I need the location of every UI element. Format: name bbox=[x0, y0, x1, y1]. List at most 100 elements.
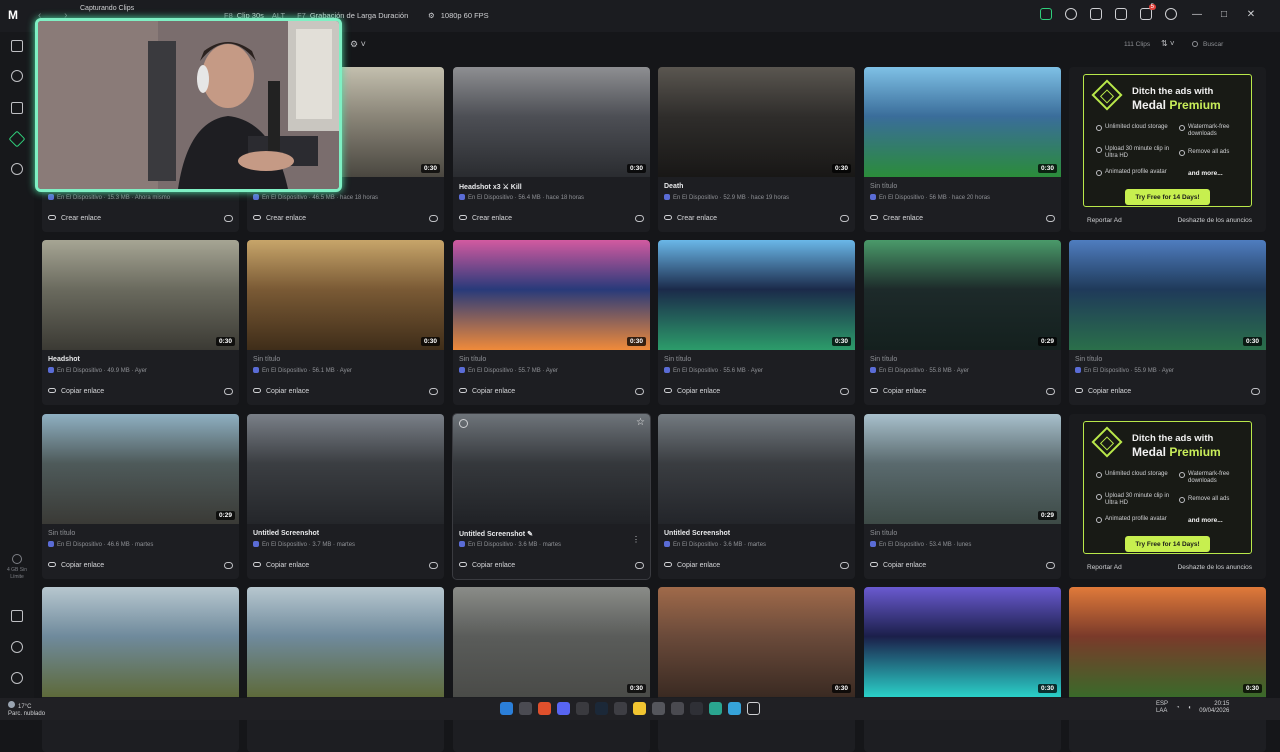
cloud-upload-icon[interactable] bbox=[1251, 388, 1260, 395]
copy-link-button[interactable]: Copiar enlace bbox=[459, 388, 515, 395]
storage-indicator[interactable]: 4 GB Sin Límite bbox=[4, 554, 30, 581]
cloud-upload-icon[interactable] bbox=[429, 562, 438, 569]
maximize-button[interactable]: □ bbox=[1217, 9, 1231, 20]
clip-card[interactable]: 0:30 bbox=[864, 587, 1061, 752]
sort-icon[interactable]: ⇅ ˅ bbox=[1161, 39, 1175, 48]
clip-thumbnail[interactable] bbox=[658, 414, 855, 524]
folder-icon[interactable] bbox=[11, 102, 23, 114]
clip-card[interactable]: 0:30 bbox=[453, 587, 650, 752]
app-v-icon[interactable] bbox=[652, 702, 665, 715]
copy-link-button[interactable]: Copiar enlace bbox=[870, 562, 926, 569]
clip-thumbnail[interactable]: ☆ bbox=[453, 414, 650, 524]
cloud-upload-icon[interactable] bbox=[840, 388, 849, 395]
files-icon[interactable] bbox=[633, 702, 646, 715]
clip-title[interactable]: Sin título bbox=[870, 356, 897, 363]
weather-widget[interactable]: 17°C Parc. nublado bbox=[8, 701, 45, 718]
clip-thumbnail[interactable]: 0:30 bbox=[453, 587, 650, 697]
clip-thumbnail[interactable] bbox=[247, 414, 444, 524]
clip-title[interactable]: Sin título bbox=[664, 356, 691, 363]
clip-thumbnail[interactable]: 0:30 bbox=[658, 587, 855, 697]
clip-card[interactable]: 0:29 Sin título En El Dispositivo · 53.4… bbox=[864, 414, 1061, 579]
clip-thumbnail[interactable]: 0:30 bbox=[453, 67, 650, 177]
clip-thumbnail[interactable]: 0:30 bbox=[864, 67, 1061, 177]
clip-title[interactable]: Headshot bbox=[48, 356, 80, 363]
copy-link-button[interactable]: Copiar enlace bbox=[48, 388, 104, 395]
clip-thumbnail[interactable]: 0:29 bbox=[42, 414, 239, 524]
cloud-upload-icon[interactable] bbox=[429, 388, 438, 395]
clip-title[interactable]: Death bbox=[664, 183, 683, 190]
copy-link-button[interactable]: Crear enlace bbox=[459, 215, 512, 222]
cloud-upload-icon[interactable] bbox=[635, 562, 644, 569]
clip-card[interactable] bbox=[42, 587, 239, 752]
clip-card[interactable]: 0:30 bbox=[1069, 587, 1266, 752]
clip-title[interactable]: Untitled Screenshot ✎ bbox=[459, 530, 533, 538]
clip-title[interactable]: Sin título bbox=[870, 530, 897, 537]
clip-thumbnail[interactable]: 0:30 bbox=[42, 240, 239, 350]
premium-ad-banner[interactable]: Ditch the ads with Medal Premium Unlimit… bbox=[1083, 74, 1252, 207]
clip-card[interactable]: 0:30 Sin título En El Dispositivo · 55.9… bbox=[1069, 240, 1266, 405]
clip-card[interactable]: 0:29 Sin título En El Dispositivo · 46.6… bbox=[42, 414, 239, 579]
cloud-upload-icon[interactable] bbox=[429, 215, 438, 222]
clip-title[interactable]: Sin título bbox=[1075, 356, 1102, 363]
cloud-upload-icon[interactable] bbox=[224, 388, 233, 395]
copy-link-button[interactable]: Copiar enlace bbox=[459, 562, 515, 569]
cloud-upload-icon[interactable] bbox=[840, 215, 849, 222]
copy-link-button[interactable]: Copiar enlace bbox=[664, 562, 720, 569]
medal-taskbar-icon[interactable] bbox=[747, 702, 760, 715]
clip-card[interactable]: Untitled Screenshot En El Dispositivo · … bbox=[247, 414, 444, 579]
clip-thumbnail[interactable]: 0:29 bbox=[864, 414, 1061, 524]
cloud-upload-icon[interactable] bbox=[224, 562, 233, 569]
home-icon[interactable] bbox=[11, 40, 23, 52]
cloud-upload-icon[interactable] bbox=[635, 388, 644, 395]
medal-icon[interactable] bbox=[8, 130, 26, 148]
copy-link-button[interactable]: Copiar enlace bbox=[1075, 388, 1131, 395]
report-ad-link[interactable]: Reportar Ad bbox=[1087, 217, 1122, 224]
clock[interactable]: 20:15 09/04/2026 bbox=[1199, 701, 1229, 715]
clip-card[interactable]: Untitled Screenshot En El Dispositivo · … bbox=[658, 414, 855, 579]
copy-link-button[interactable]: Crear enlace bbox=[253, 215, 306, 222]
clip-thumbnail[interactable]: 0:30 bbox=[247, 240, 444, 350]
app-a-icon[interactable] bbox=[690, 702, 703, 715]
copy-link-button[interactable]: Crear enlace bbox=[870, 215, 923, 222]
clip-card[interactable]: 0:30 Sin título En El Dispositivo · 56 M… bbox=[864, 67, 1061, 232]
copy-link-button[interactable]: Copiar enlace bbox=[870, 388, 926, 395]
bell-icon[interactable]: 5 bbox=[1140, 4, 1156, 20]
star-icon[interactable]: ☆ bbox=[636, 417, 645, 428]
cloud-upload-icon[interactable] bbox=[1046, 388, 1055, 395]
premium-icon[interactable] bbox=[1090, 8, 1102, 20]
clip-title[interactable]: Sin título bbox=[459, 356, 486, 363]
discord-icon[interactable] bbox=[557, 702, 570, 715]
clip-card[interactable]: 0:30 Sin título En El Dispositivo · 55.7… bbox=[453, 240, 650, 405]
remove-ads-link[interactable]: Deshazte de los anuncios bbox=[1178, 217, 1252, 224]
clip-thumbnail[interactable]: 0:30 bbox=[658, 240, 855, 350]
select-checkbox[interactable] bbox=[459, 419, 468, 428]
search-app-icon[interactable] bbox=[519, 702, 532, 715]
cloud-upload-icon[interactable] bbox=[840, 562, 849, 569]
app-green-icon[interactable] bbox=[709, 702, 722, 715]
clip-title[interactable]: Sin título bbox=[253, 356, 280, 363]
brave-icon[interactable] bbox=[538, 702, 551, 715]
cloud-upload-icon[interactable] bbox=[1046, 215, 1055, 222]
explorer-icon[interactable] bbox=[576, 702, 589, 715]
copy-link-button[interactable]: Copiar enlace bbox=[253, 388, 309, 395]
clip-title[interactable]: Sin título bbox=[870, 183, 897, 190]
copy-link-button[interactable]: Crear enlace bbox=[48, 215, 101, 222]
premium-ad-banner[interactable]: Ditch the ads with Medal Premium Unlimit… bbox=[1083, 421, 1252, 554]
language-indicator[interactable]: ESP LAA bbox=[1156, 701, 1168, 715]
settings-app-icon[interactable] bbox=[671, 702, 684, 715]
clip-title[interactable]: Untitled Screenshot bbox=[253, 530, 319, 537]
clip-card[interactable]: 0:30 Headshot En El Dispositivo · 49.9 M… bbox=[42, 240, 239, 405]
filter-settings-icon[interactable]: ⚙ ˅ bbox=[350, 39, 366, 50]
clip-thumbnail[interactable]: 0:30 bbox=[453, 240, 650, 350]
cloud-upload-icon[interactable] bbox=[1046, 562, 1055, 569]
clip-title[interactable]: Sin título bbox=[48, 530, 75, 537]
clip-title[interactable]: Headshot x3 ⚔ Kill bbox=[459, 183, 522, 191]
download-icon[interactable] bbox=[1040, 8, 1052, 20]
try-free-button[interactable]: Try Free for 14 Days! bbox=[1125, 536, 1210, 552]
clip-card[interactable]: ☆ Untitled Screenshot ✎ En El Dispositiv… bbox=[452, 413, 651, 580]
settings-icon[interactable] bbox=[11, 672, 23, 684]
clip-card[interactable]: 0:30 Headshot x3 ⚔ Kill En El Dispositiv… bbox=[453, 67, 650, 232]
clip-thumbnail[interactable]: 0:30 bbox=[1069, 240, 1266, 350]
clips-icon[interactable] bbox=[11, 70, 23, 82]
avatar[interactable] bbox=[1165, 8, 1177, 20]
